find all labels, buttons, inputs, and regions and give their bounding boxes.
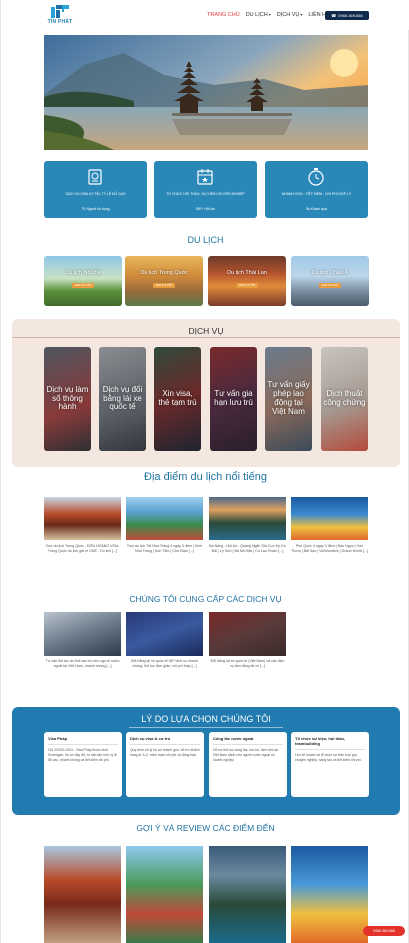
main-nav: TRANG CHỦ DU LỊCH▾ DỊCH VỤ▾ LIÊN HỆ	[207, 12, 330, 18]
service-card-work-permit[interactable]: Tư vấn giấy phép lao động tại Việt Nam	[265, 347, 312, 451]
service-card-license[interactable]: Dịch vụ đổi bằng lái xe quốc tế	[99, 347, 146, 451]
place-card[interactable]: Đà Nẵng - Hội An - Quảng Ngãi: Giá Cực K…	[209, 497, 286, 569]
hero-banner	[44, 35, 368, 150]
place-image	[126, 497, 203, 540]
stopwatch-icon	[308, 168, 324, 186]
reason-card: Dịch vụ visa & cư trú Quy trình xử lý hồ…	[126, 732, 204, 797]
provided-card[interactable]: Tư vấn thủ tục xin thẻ tạm trú cho người…	[44, 612, 121, 682]
travel-card-domestic[interactable]: Du lịch Nội địa XEM CHI TIẾT	[44, 256, 122, 306]
service-card-visa[interactable]: Xin visa, thẻ tạm trú	[154, 347, 201, 451]
hero-image	[44, 35, 368, 150]
travel-card-thailand[interactable]: Du lịch Thái Lan XEM CHI TIẾT	[208, 256, 286, 306]
view-detail-button[interactable]: XEM CHI TIẾT	[153, 283, 175, 288]
travel-card-asia[interactable]: Du lịch Châu Á XEM CHI TIẾT	[291, 256, 369, 306]
view-detail-button[interactable]: XEM CHI TIẾT	[236, 283, 258, 288]
service-card-passport[interactable]: Dịch vụ làm sổ thông hành	[44, 347, 91, 451]
view-detail-button[interactable]: XEM CHI TIẾT	[72, 283, 94, 288]
calendar-icon	[197, 169, 213, 185]
floating-call-button[interactable]: 0966.369.666	[363, 926, 405, 936]
chevron-down-icon: ▾	[268, 12, 271, 17]
chevron-down-icon: ▾	[300, 12, 303, 17]
services-section-title: DỊCH VỤ	[188, 326, 224, 336]
view-detail-button[interactable]: XEM CHI TIẾT	[319, 283, 341, 288]
provided-card[interactable]: Đổi bằng lái xe quốc tế (Việt Nam) và cá…	[209, 612, 286, 682]
stat-value: 7K Người sử dụng	[81, 207, 110, 211]
phone-icon: ☎	[331, 13, 337, 18]
reason-card: Tổ chức sự kiện, hội thảo, teambuilding …	[291, 732, 369, 797]
place-image	[209, 497, 286, 540]
provided-image	[126, 612, 203, 656]
nav-services[interactable]: DỊCH VỤ▾	[277, 12, 303, 18]
reason-card: Công tác nước ngoài Hỗ trợ thủ tục công …	[209, 732, 287, 797]
place-image	[44, 497, 121, 540]
review-card[interactable]	[209, 846, 286, 943]
brand-logo[interactable]: TÍN PHÁT	[45, 5, 75, 27]
reasons-section-title: LÝ DO LỰA CHỌN CHÚNG TÔI	[141, 714, 271, 724]
stat-value: 5k Khách quà	[306, 207, 327, 211]
review-card[interactable]	[291, 846, 368, 943]
travel-section-title: DU LỊCH	[187, 235, 224, 245]
review-card[interactable]	[126, 846, 203, 943]
stat-card-events: TỔ CHỨC HỘI THẢO, SỰ KIỆN CHUYÊN NGHIỆP …	[154, 161, 257, 218]
stat-value: 300+ Hội lớn	[195, 207, 216, 211]
page: TÍN PHÁT TRANG CHỦ DU LỊCH▾ DỊCH VỤ▾ LIÊ…	[0, 0, 409, 943]
phone-button[interactable]: ☎ 0966.369.666	[325, 11, 369, 20]
divider	[12, 337, 400, 338]
place-image	[291, 497, 368, 540]
review-card[interactable]	[44, 846, 121, 943]
stat-label: DỊCH VỤ VISA UY TÍN, TỶ LỆ ĐỖ CAO	[65, 192, 126, 196]
provided-card[interactable]: Đổi bằng lái xe quốc tế IDP dịch vụ nhan…	[126, 612, 203, 682]
place-card[interactable]: Tour du lịch Trung Quốc - ĐÔN HOÀNG VISA…	[44, 497, 121, 569]
places-section-title: Địa điểm du lịch nổi tiếng	[144, 471, 267, 483]
stat-card-speed: NHANH GỌN - TIẾT KIỆM - CHI PHÍ HỢP LÝ 5…	[265, 161, 368, 218]
reason-card: Visa Pháp Chi 2/2023-2024 - Visa Pháp th…	[44, 732, 122, 797]
travel-card-china[interactable]: Du lịch Trung Quốc XEM CHI TIẾT	[125, 256, 203, 306]
provided-image	[44, 612, 121, 656]
service-card-translation[interactable]: Dịch thuật công chứng	[321, 347, 368, 451]
provided-section-title: CHÚNG TÔI CUNG CẤP CÁC DỊCH VỤ	[129, 594, 282, 604]
stat-card-visa: DỊCH VỤ VISA UY TÍN, TỶ LỆ ĐỖ CAO 7K Ngư…	[44, 161, 147, 218]
stat-label: NHANH GỌN - TIẾT KIỆM - CHI PHÍ HỢP LÝ	[281, 192, 352, 196]
logo-mark-icon	[51, 5, 69, 18]
provided-image	[209, 612, 286, 656]
nav-home[interactable]: TRANG CHỦ	[207, 12, 240, 18]
divider	[129, 727, 283, 728]
place-card[interactable]: Tour du lịch Tết Nha Trang 4 ngày 3 đêm …	[126, 497, 203, 569]
service-card-stay[interactable]: Tư vấn gia hạn lưu trú	[210, 347, 257, 451]
site-header: TÍN PHÁT TRANG CHỦ DU LỊCH▾ DỊCH VỤ▾ LIÊ…	[1, 0, 409, 30]
place-card[interactable]: Phú Quốc 4 ngày 3 đêm | Đảo Ngọc | Hòn T…	[291, 497, 368, 569]
stat-label: TỔ CHỨC HỘI THẢO, SỰ KIỆN CHUYÊN NGHIỆP	[166, 192, 245, 196]
reviews-section-title: GỢI Ý VÀ REVIEW CÁC ĐIỂM ĐẾN	[136, 823, 275, 833]
passport-icon	[88, 169, 102, 185]
nav-travel[interactable]: DU LỊCH▾	[246, 12, 271, 18]
brand-name: TÍN PHÁT	[47, 19, 73, 25]
